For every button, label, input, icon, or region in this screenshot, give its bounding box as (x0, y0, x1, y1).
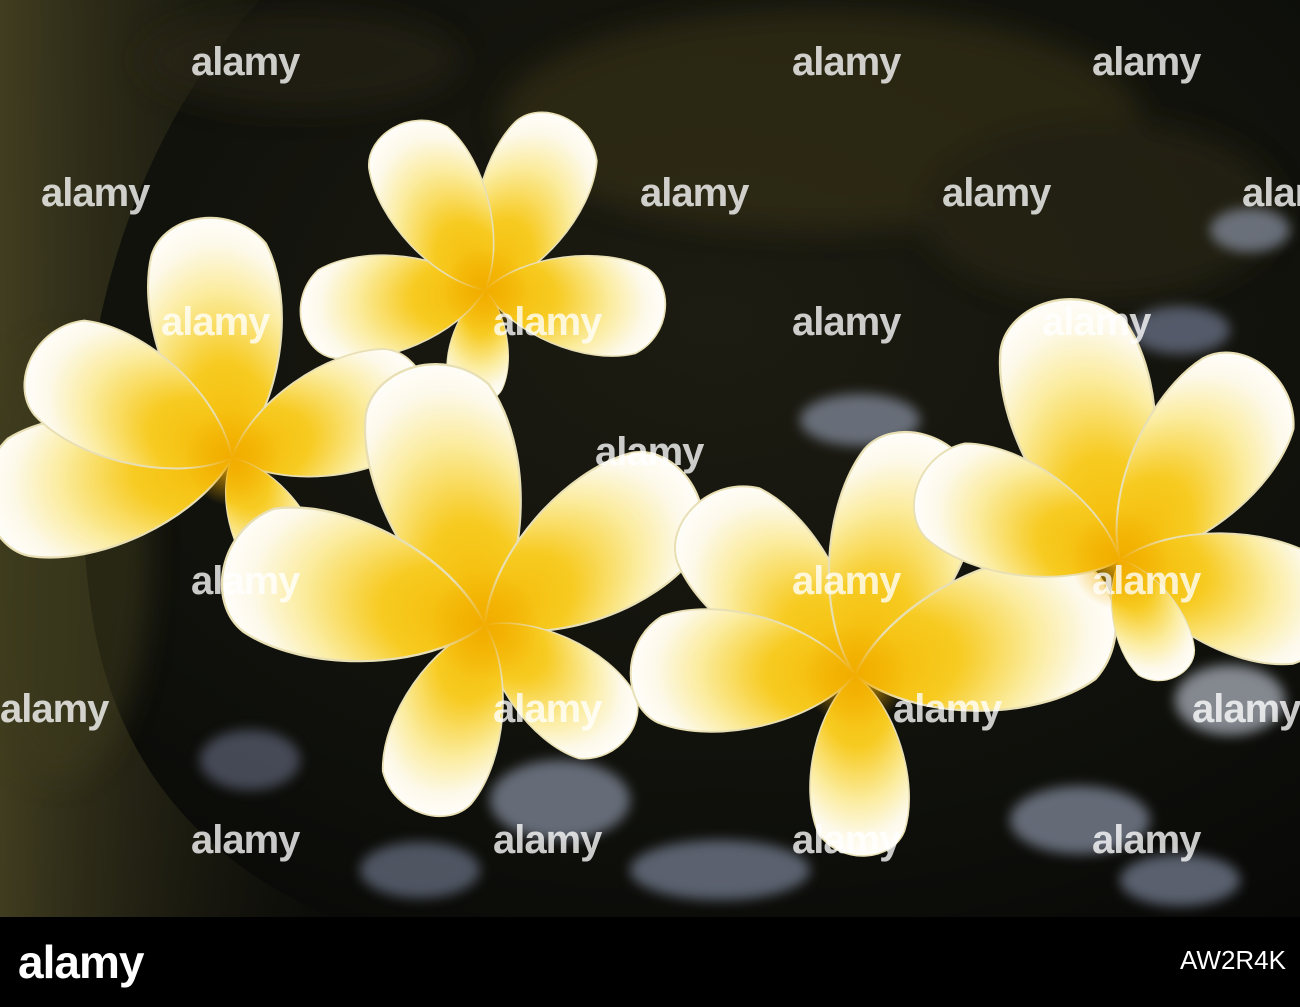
watermark: alamy (942, 171, 1052, 215)
watermark: alamy (792, 40, 902, 84)
watermark: alamy (493, 300, 603, 344)
watermark: alamy (595, 430, 705, 474)
watermark: alamy (1092, 559, 1202, 603)
watermark: alamy (893, 687, 1003, 731)
watermark: alamy (1092, 40, 1202, 84)
watermark: alamy (191, 40, 301, 84)
stock-id-label: AW2R4K (1180, 945, 1286, 975)
stock-photo: alamy alamy alamy alamy alamy alamy alam… (0, 0, 1300, 1007)
watermark: alamy (493, 687, 603, 731)
watermark: alamy (1092, 818, 1202, 862)
alamy-logo: alamy (18, 936, 144, 988)
photo-frangipani-flowers: alamy alamy alamy alamy alamy alamy alam… (0, 0, 1300, 917)
watermark: alamy (1242, 171, 1300, 215)
watermark: alamy (792, 559, 902, 603)
watermark: alamy (792, 818, 902, 862)
watermark: alamy (1192, 687, 1300, 731)
watermark: alamy (41, 171, 151, 215)
watermark: alamy (0, 687, 110, 731)
watermark: alamy (792, 300, 902, 344)
footer-bar: alamy AW2R4K (0, 917, 1300, 1007)
watermark: alamy (1042, 300, 1152, 344)
watermark: alamy (161, 300, 271, 344)
watermark: alamy (191, 818, 301, 862)
watermark: alamy (640, 171, 750, 215)
watermark: alamy (493, 818, 603, 862)
watermark: alamy (191, 559, 301, 603)
